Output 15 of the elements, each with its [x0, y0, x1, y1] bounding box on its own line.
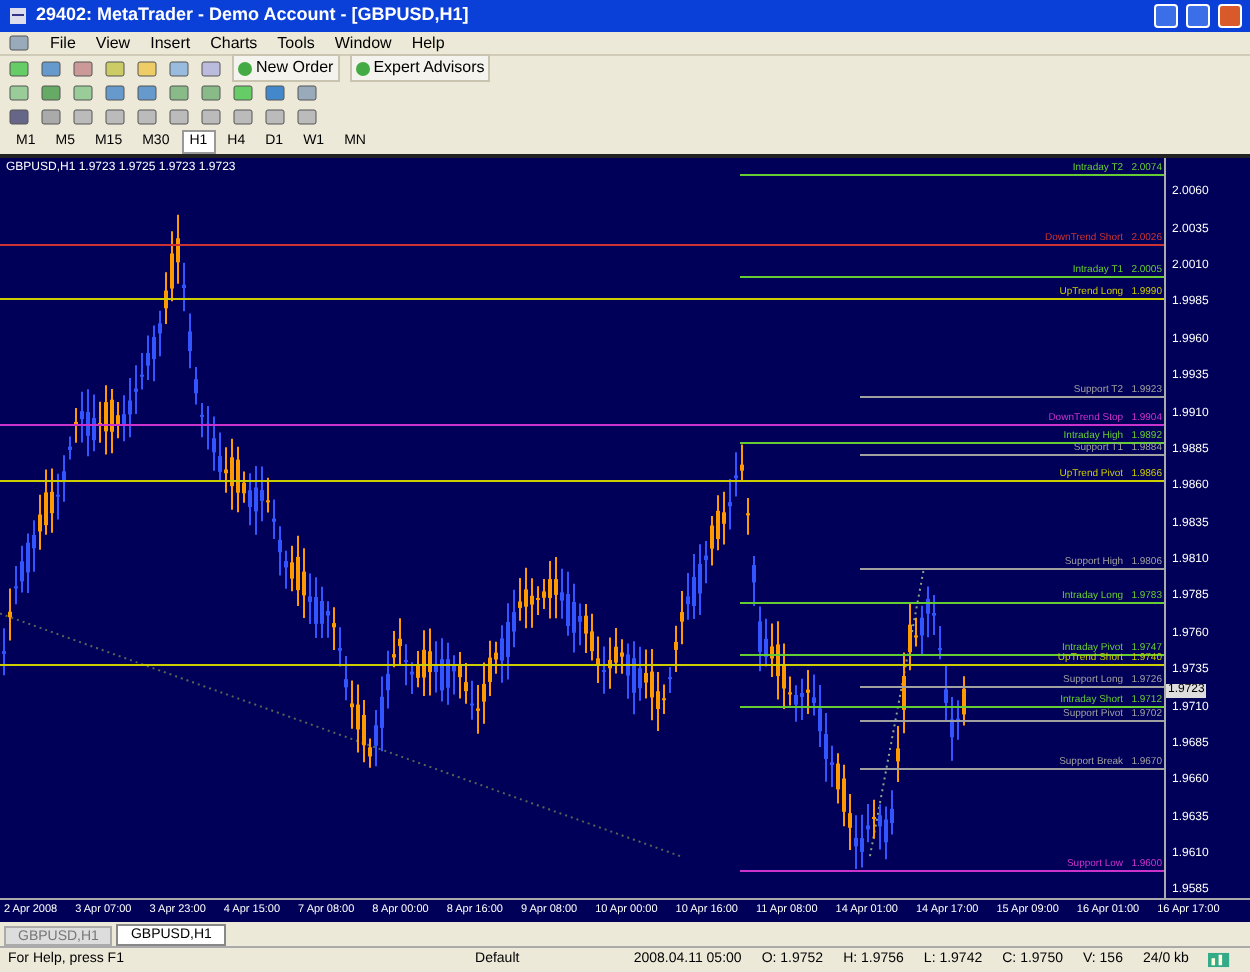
app-icon — [8, 6, 28, 26]
connection-icon — [1208, 952, 1231, 968]
close-button[interactable] — [1218, 4, 1242, 28]
menu-item[interactable]: File — [50, 31, 76, 55]
toolbar-button[interactable]: New Order — [232, 54, 340, 82]
minimize-button[interactable] — [1154, 4, 1178, 28]
menu-item[interactable]: Charts — [210, 31, 258, 55]
menu-item[interactable]: Tools — [277, 31, 315, 55]
toolbar-button[interactable]: Expert Advisors — [349, 54, 491, 82]
maximize-button[interactable] — [1186, 4, 1210, 28]
menu-item[interactable]: Window — [334, 31, 392, 55]
menu-item[interactable]: Insert — [150, 31, 191, 55]
menu-item[interactable]: Help — [411, 31, 445, 55]
window-title: 29402: MetaTrader - Demo Account - [GBPUSD,H1] — [36, 2, 469, 29]
menu-item[interactable]: View — [95, 31, 131, 55]
